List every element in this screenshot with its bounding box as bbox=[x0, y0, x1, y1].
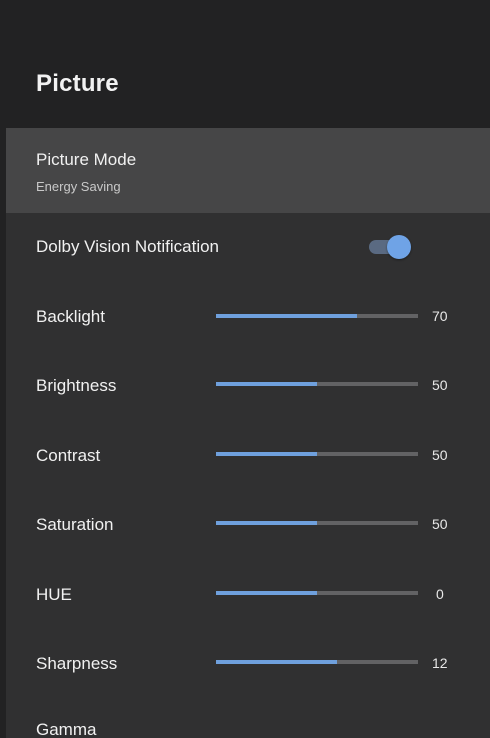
slider-fill bbox=[216, 382, 317, 386]
page-title: Picture bbox=[36, 70, 119, 97]
contrast-item[interactable]: Contrast 50 bbox=[6, 420, 490, 489]
slider-fill bbox=[216, 591, 317, 595]
backlight-value: 70 bbox=[432, 308, 448, 324]
slider-fill bbox=[216, 660, 338, 664]
picture-mode-value: Energy Saving bbox=[36, 179, 121, 194]
gamma-item[interactable]: Gamma bbox=[6, 697, 490, 738]
sharpness-label: Sharpness bbox=[36, 654, 118, 673]
hue-value: 0 bbox=[436, 586, 444, 602]
contrast-slider[interactable] bbox=[216, 447, 418, 461]
dolby-vision-notification-item[interactable]: Dolby Vision Notification bbox=[6, 213, 490, 281]
slider-fill bbox=[216, 452, 317, 456]
saturation-slider[interactable] bbox=[216, 516, 418, 530]
saturation-item[interactable]: Saturation 50 bbox=[6, 489, 490, 559]
backlight-label: Backlight bbox=[36, 307, 105, 326]
saturation-label: Saturation bbox=[36, 515, 114, 534]
contrast-label: Contrast bbox=[36, 446, 101, 465]
dolby-vision-notification-label: Dolby Vision Notification bbox=[36, 237, 219, 256]
gamma-label: Gamma bbox=[36, 720, 97, 738]
slider-fill bbox=[216, 314, 358, 318]
hue-label: HUE bbox=[36, 585, 72, 604]
hue-slider[interactable] bbox=[216, 586, 418, 600]
sharpness-item[interactable]: Sharpness 12 bbox=[6, 628, 490, 697]
brightness-slider[interactable] bbox=[216, 377, 418, 391]
brightness-value: 50 bbox=[432, 377, 448, 393]
picture-mode-label: Picture Mode bbox=[36, 150, 137, 169]
hue-item[interactable]: HUE 0 bbox=[6, 559, 490, 628]
backlight-slider[interactable] bbox=[216, 309, 418, 323]
picture-mode-item[interactable]: Picture Mode Energy Saving bbox=[6, 128, 490, 213]
brightness-label: Brightness bbox=[36, 376, 117, 395]
sharpness-slider[interactable] bbox=[216, 655, 418, 669]
toggle-knob bbox=[387, 235, 411, 259]
header: Picture bbox=[6, 0, 490, 128]
brightness-item[interactable]: Brightness 50 bbox=[6, 350, 490, 420]
backlight-item[interactable]: Backlight 70 bbox=[6, 281, 490, 350]
sharpness-value: 12 bbox=[432, 655, 448, 671]
saturation-value: 50 bbox=[432, 516, 448, 532]
contrast-value: 50 bbox=[432, 447, 448, 463]
dolby-vision-toggle[interactable] bbox=[367, 235, 411, 259]
slider-fill bbox=[216, 521, 317, 525]
picture-settings-panel: Picture Picture Mode Energy Saving Dolby… bbox=[6, 0, 490, 738]
